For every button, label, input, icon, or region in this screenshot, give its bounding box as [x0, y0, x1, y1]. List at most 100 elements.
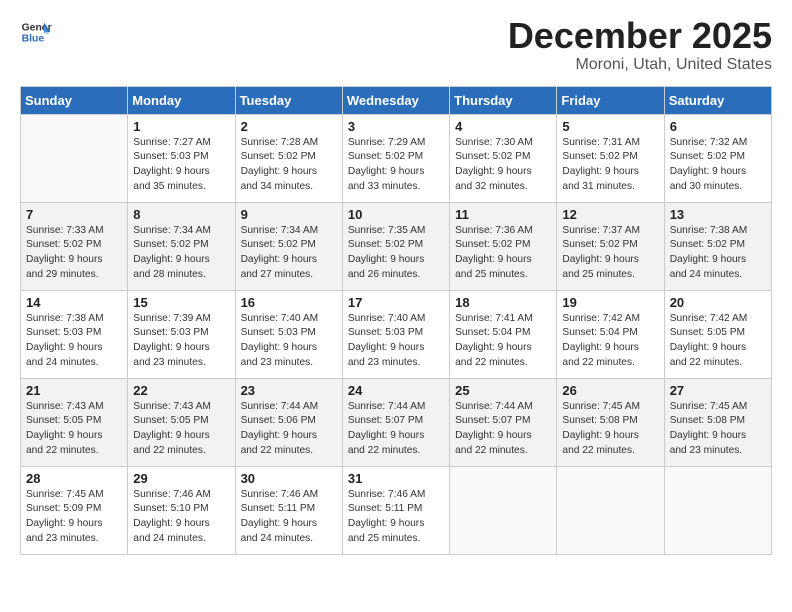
day-number: 6 — [670, 119, 766, 134]
calendar-cell: 24 Sunrise: 7:44 AM Sunset: 5:07 PM Dayli… — [342, 378, 449, 466]
day-info: Sunrise: 7:40 AM Sunset: 5:03 PM Dayligh… — [348, 312, 444, 371]
day-info: Sunrise: 7:31 AM Sunset: 5:02 PM Dayligh… — [562, 136, 658, 195]
calendar-cell: 9Sunrise: 7:34 AM Sunset: 5:02 PM Daylig… — [235, 202, 342, 290]
calendar-cell: 23 Sunrise: 7:44 AM Sunset: 5:06 PM Dayli… — [235, 378, 342, 466]
day-number: 9 — [241, 207, 337, 222]
calendar-cell: 29 Sunrise: 7:46 AM Sunset: 5:10 PM Dayli… — [128, 466, 235, 554]
calendar-cell: 30 Sunrise: 7:46 AM Sunset: 5:11 PM Dayli… — [235, 466, 342, 554]
day-info: Sunrise: 7:32 AM Sunset: 5:02 PM Dayligh… — [670, 136, 766, 195]
day-info: Sunrise: 7:38 AM Sunset: 5:03 PM Dayligh… — [26, 312, 122, 371]
calendar-cell: 20 Sunrise: 7:42 AM Sunset: 5:05 PM Dayli… — [664, 290, 771, 378]
month-title: December 2025 — [508, 16, 772, 56]
title-area: December 2025 Moroni, Utah, United State… — [508, 16, 772, 74]
day-number: 10 — [348, 207, 444, 222]
calendar-cell: 8 Sunrise: 7:34 AM Sunset: 5:02 PM Daylig… — [128, 202, 235, 290]
day-info: Sunrise: 7:45 AM Sunset: 5:08 PM Dayligh… — [670, 400, 766, 459]
day-number: 13 — [670, 207, 766, 222]
day-info: Sunrise: 7:40 AM Sunset: 5:03 PM Dayligh… — [241, 312, 337, 371]
calendar-week-row: 14Sunrise: 7:38 AM Sunset: 5:03 PM Dayli… — [21, 290, 772, 378]
calendar-cell — [557, 466, 664, 554]
location: Moroni, Utah, United States — [508, 56, 772, 74]
day-info: Sunrise: 7:36 AM Sunset: 5:02 PM Dayligh… — [455, 224, 551, 283]
logo: General Blue — [20, 16, 52, 48]
day-info: Sunrise: 7:42 AM Sunset: 5:05 PM Dayligh… — [670, 312, 766, 371]
day-info: Sunrise: 7:39 AM Sunset: 5:03 PM Dayligh… — [133, 312, 229, 371]
day-info: Sunrise: 7:27 AM Sunset: 5:03 PM Dayligh… — [133, 136, 229, 195]
calendar-week-row: 21 Sunrise: 7:43 AM Sunset: 5:05 PM Dayli… — [21, 378, 772, 466]
day-number: 23 — [241, 383, 337, 398]
day-number: 20 — [670, 295, 766, 310]
day-info: Sunrise: 7:33 AM Sunset: 5:02 PM Dayligh… — [26, 224, 122, 283]
day-number: 5 — [562, 119, 658, 134]
day-number: 4 — [455, 119, 551, 134]
calendar-cell: 3 Sunrise: 7:29 AM Sunset: 5:02 PM Daylig… — [342, 114, 449, 202]
day-info: Sunrise: 7:45 AM Sunset: 5:08 PM Dayligh… — [562, 400, 658, 459]
day-info: Sunrise: 7:46 AM Sunset: 5:11 PM Dayligh… — [348, 488, 444, 547]
calendar-cell: 25 Sunrise: 7:44 AM Sunset: 5:07 PM Dayli… — [450, 378, 557, 466]
day-info: Sunrise: 7:46 AM Sunset: 5:11 PM Dayligh… — [241, 488, 337, 547]
calendar-cell: 11 Sunrise: 7:36 AM Sunset: 5:02 PM Dayli… — [450, 202, 557, 290]
day-number: 21 — [26, 383, 122, 398]
day-number: 31 — [348, 471, 444, 486]
calendar-cell: 5 Sunrise: 7:31 AM Sunset: 5:02 PM Daylig… — [557, 114, 664, 202]
calendar-week-row: 1Sunrise: 7:27 AM Sunset: 5:03 PM Daylig… — [21, 114, 772, 202]
day-number: 24 — [348, 383, 444, 398]
day-info: Sunrise: 7:30 AM Sunset: 5:02 PM Dayligh… — [455, 136, 551, 195]
day-info: Sunrise: 7:44 AM Sunset: 5:07 PM Dayligh… — [455, 400, 551, 459]
day-number: 26 — [562, 383, 658, 398]
day-info: Sunrise: 7:46 AM Sunset: 5:10 PM Dayligh… — [133, 488, 229, 547]
weekday-header-monday: Monday — [128, 86, 235, 114]
day-info: Sunrise: 7:28 AM Sunset: 5:02 PM Dayligh… — [241, 136, 337, 195]
calendar-cell: 10Sunrise: 7:35 AM Sunset: 5:02 PM Dayli… — [342, 202, 449, 290]
calendar-cell — [450, 466, 557, 554]
day-number: 2 — [241, 119, 337, 134]
day-info: Sunrise: 7:41 AM Sunset: 5:04 PM Dayligh… — [455, 312, 551, 371]
day-info: Sunrise: 7:29 AM Sunset: 5:02 PM Dayligh… — [348, 136, 444, 195]
day-number: 7 — [26, 207, 122, 222]
calendar-cell: 19 Sunrise: 7:42 AM Sunset: 5:04 PM Dayli… — [557, 290, 664, 378]
svg-text:Blue: Blue — [22, 34, 45, 45]
calendar-cell: 1Sunrise: 7:27 AM Sunset: 5:03 PM Daylig… — [128, 114, 235, 202]
day-number: 25 — [455, 383, 551, 398]
day-number: 11 — [455, 207, 551, 222]
calendar-header: SundayMondayTuesdayWednesdayThursdayFrid… — [21, 86, 772, 114]
day-info: Sunrise: 7:44 AM Sunset: 5:06 PM Dayligh… — [241, 400, 337, 459]
day-number: 15 — [133, 295, 229, 310]
day-info: Sunrise: 7:38 AM Sunset: 5:02 PM Dayligh… — [670, 224, 766, 283]
weekday-header-row: SundayMondayTuesdayWednesdayThursdayFrid… — [21, 86, 772, 114]
calendar-cell: 22 Sunrise: 7:43 AM Sunset: 5:05 PM Dayli… — [128, 378, 235, 466]
day-number: 8 — [133, 207, 229, 222]
day-number: 3 — [348, 119, 444, 134]
day-number: 22 — [133, 383, 229, 398]
day-number: 29 — [133, 471, 229, 486]
calendar-cell: 28 Sunrise: 7:45 AM Sunset: 5:09 PM Dayli… — [21, 466, 128, 554]
day-number: 27 — [670, 383, 766, 398]
weekday-header-thursday: Thursday — [450, 86, 557, 114]
day-number: 16 — [241, 295, 337, 310]
calendar-week-row: 7 Sunrise: 7:33 AM Sunset: 5:02 PM Daylig… — [21, 202, 772, 290]
calendar-cell: 14Sunrise: 7:38 AM Sunset: 5:03 PM Dayli… — [21, 290, 128, 378]
day-info: Sunrise: 7:42 AM Sunset: 5:04 PM Dayligh… — [562, 312, 658, 371]
day-number: 18 — [455, 295, 551, 310]
day-info: Sunrise: 7:34 AM Sunset: 5:02 PM Dayligh… — [133, 224, 229, 283]
calendar-table: SundayMondayTuesdayWednesdayThursdayFrid… — [20, 86, 772, 555]
header: General Blue December 2025 Moroni, Utah,… — [20, 16, 772, 74]
day-number: 28 — [26, 471, 122, 486]
day-number: 19 — [562, 295, 658, 310]
calendar-cell: 15 Sunrise: 7:39 AM Sunset: 5:03 PM Dayli… — [128, 290, 235, 378]
calendar-cell: 12Sunrise: 7:37 AM Sunset: 5:02 PM Dayli… — [557, 202, 664, 290]
calendar-cell: 4 Sunrise: 7:30 AM Sunset: 5:02 PM Daylig… — [450, 114, 557, 202]
weekday-header-tuesday: Tuesday — [235, 86, 342, 114]
weekday-header-wednesday: Wednesday — [342, 86, 449, 114]
day-number: 12 — [562, 207, 658, 222]
day-info: Sunrise: 7:45 AM Sunset: 5:09 PM Dayligh… — [26, 488, 122, 547]
calendar-cell — [21, 114, 128, 202]
day-info: Sunrise: 7:44 AM Sunset: 5:07 PM Dayligh… — [348, 400, 444, 459]
calendar-cell: 2 Sunrise: 7:28 AM Sunset: 5:02 PM Daylig… — [235, 114, 342, 202]
calendar-cell: 6 Sunrise: 7:32 AM Sunset: 5:02 PM Daylig… — [664, 114, 771, 202]
day-info: Sunrise: 7:43 AM Sunset: 5:05 PM Dayligh… — [133, 400, 229, 459]
day-number: 30 — [241, 471, 337, 486]
calendar-cell: 17 Sunrise: 7:40 AM Sunset: 5:03 PM Dayli… — [342, 290, 449, 378]
calendar-cell: 27 Sunrise: 7:45 AM Sunset: 5:08 PM Dayli… — [664, 378, 771, 466]
day-number: 17 — [348, 295, 444, 310]
